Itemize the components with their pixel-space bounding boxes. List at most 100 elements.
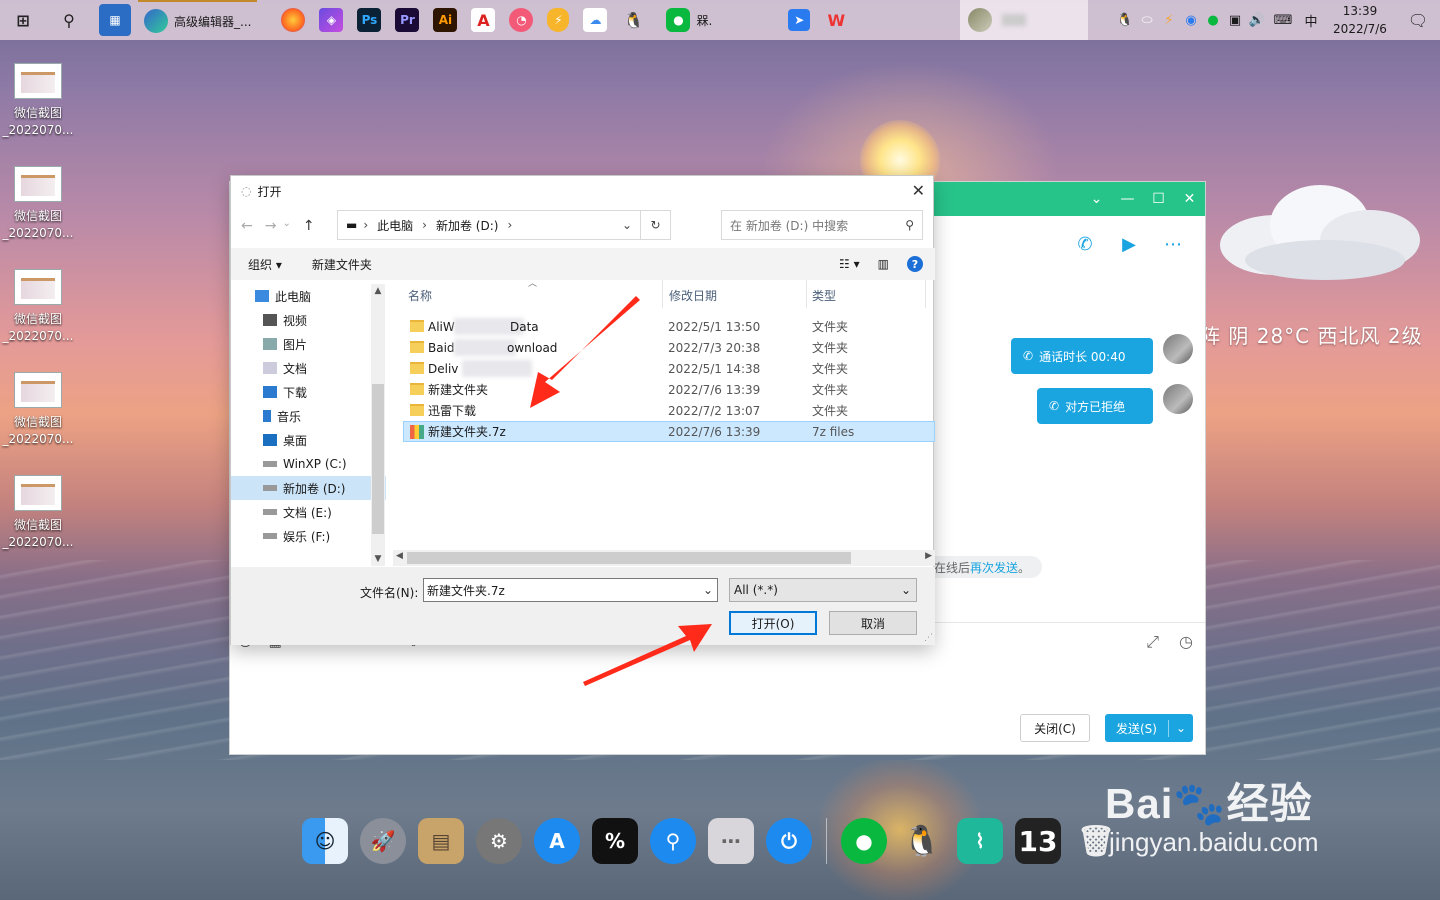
file-row[interactable]: Baid ownload 2022/7/3 20:38 文件夹 bbox=[404, 337, 935, 358]
volume-icon[interactable]: 🔊 bbox=[1246, 0, 1268, 40]
scroll-right-icon[interactable]: ▶ bbox=[925, 551, 932, 561]
notification-icon[interactable]: 🗨 bbox=[1396, 0, 1440, 40]
tree-scrollbar[interactable]: ▲ ▼ bbox=[371, 284, 385, 566]
minimize-icon[interactable]: — bbox=[1112, 191, 1143, 207]
chevron-down-icon[interactable]: ⌄ bbox=[1169, 721, 1193, 735]
photoshop-icon[interactable]: Ps bbox=[357, 8, 382, 32]
resend-link[interactable]: 再次发送 bbox=[970, 559, 1018, 576]
column-divider[interactable] bbox=[662, 280, 663, 308]
wechat-tray-icon[interactable]: ● bbox=[1202, 0, 1224, 40]
calendar-icon[interactable]: 13 bbox=[1015, 818, 1061, 864]
scroll-thumb[interactable] bbox=[407, 552, 851, 564]
search-icon[interactable]: ⚲ bbox=[53, 4, 85, 36]
tree-item-downloads[interactable]: 下载 bbox=[231, 380, 386, 404]
edge-tray-icon[interactable]: ◉ bbox=[1180, 0, 1202, 40]
file-row[interactable]: 新建文件夹 2022/7/6 13:39 文件夹 bbox=[404, 379, 935, 400]
premiere-icon[interactable]: Pr bbox=[395, 8, 420, 32]
wechat-icon[interactable]: ● bbox=[841, 818, 887, 864]
more-icon[interactable]: ⋯ bbox=[1161, 232, 1185, 256]
file-row[interactable]: AliW Data 2022/5/1 13:50 文件夹 bbox=[404, 316, 935, 337]
percent-app-icon[interactable]: % bbox=[592, 818, 638, 864]
search-icon[interactable]: ⚲ bbox=[650, 818, 696, 864]
tree-item-drive-f[interactable]: 娱乐 (F:) bbox=[231, 524, 386, 548]
close-icon[interactable]: ✕ bbox=[912, 181, 925, 200]
cancel-button[interactable]: 取消 bbox=[829, 611, 917, 635]
column-date[interactable]: 修改日期 bbox=[669, 287, 717, 304]
organize-menu[interactable]: 组织 ▾ bbox=[248, 256, 282, 273]
column-name[interactable]: 名称 bbox=[408, 287, 432, 304]
breadcrumb-drive-d[interactable]: 新加卷 (D:) bbox=[436, 217, 498, 234]
chevron-down-icon[interactable]: ⌄ bbox=[703, 583, 713, 597]
desktop-file[interactable]: 微信截图 _2022070... bbox=[0, 261, 76, 364]
breadcrumb-separator-icon[interactable]: › bbox=[507, 218, 512, 232]
acrobat-icon[interactable]: A bbox=[471, 8, 496, 32]
breadcrumb-this-pc[interactable]: 此电脑 bbox=[377, 217, 413, 234]
resize-grip-icon[interactable]: ⋰ bbox=[924, 633, 933, 643]
screen-recorder-icon[interactable]: ◔ bbox=[509, 8, 534, 32]
recent-chevron-icon[interactable]: ⌄ bbox=[282, 218, 290, 234]
file-row[interactable]: 迅雷下载 2022/7/2 13:07 文件夹 bbox=[404, 400, 935, 421]
tree-item-desktop[interactable]: 桌面 bbox=[231, 428, 386, 452]
forward-arrow-icon[interactable]: → bbox=[265, 218, 277, 234]
desktop-file[interactable]: 微信截图 _2022070... bbox=[0, 467, 76, 570]
maximize-icon[interactable]: ☐ bbox=[1143, 191, 1174, 207]
keyboard-icon[interactable]: ⌨ bbox=[1268, 0, 1298, 40]
scroll-down-icon[interactable]: ▼ bbox=[371, 554, 385, 564]
app-store-icon[interactable]: A bbox=[534, 818, 580, 864]
desktop-file[interactable]: 微信截图 _2022070... bbox=[0, 55, 76, 158]
wps-icon[interactable]: W bbox=[824, 8, 848, 32]
address-bar[interactable]: ▬ › 此电脑 › 新加卷 (D:) › ⌄ ↻ bbox=[337, 210, 671, 240]
qq-icon[interactable]: 🐧 bbox=[621, 8, 645, 32]
qq-tray-icon[interactable]: 🐧 bbox=[1114, 0, 1136, 40]
filetype-select[interactable]: All (*.*) ⌄ bbox=[729, 578, 917, 602]
file-row[interactable]: Deliv 2022/5/1 14:38 文件夹 bbox=[404, 358, 935, 379]
up-arrow-icon[interactable]: ↑ bbox=[303, 218, 315, 234]
file-cabinet-icon[interactable]: ▤ bbox=[418, 818, 464, 864]
scroll-up-icon[interactable]: ▲ bbox=[371, 286, 385, 296]
file-row-selected[interactable]: 新建文件夹.7z 2022/7/6 13:39 7z files bbox=[403, 421, 935, 442]
column-type[interactable]: 类型 bbox=[812, 287, 836, 304]
illustrator-icon[interactable]: Ai bbox=[433, 8, 458, 32]
settings-gear-icon[interactable]: ⚙ bbox=[476, 818, 522, 864]
preview-pane-icon[interactable]: ▥ bbox=[878, 257, 889, 271]
file-list-hscrollbar[interactable]: ◀ ▶ bbox=[393, 550, 935, 566]
cube-app-icon[interactable]: ◈ bbox=[319, 8, 344, 32]
scroll-thumb[interactable] bbox=[372, 384, 384, 534]
chevron-down-icon[interactable]: ⌄ bbox=[1081, 191, 1112, 207]
search-icon[interactable]: ⚲ bbox=[905, 218, 914, 232]
scroll-left-icon[interactable]: ◀ bbox=[396, 551, 403, 561]
firefox-icon[interactable] bbox=[281, 8, 306, 32]
tree-item-music[interactable]: 音乐 bbox=[231, 404, 386, 428]
feishu-icon[interactable]: ➤ bbox=[788, 9, 811, 31]
security-shield-icon[interactable]: ⚡ bbox=[547, 8, 570, 32]
close-chat-button[interactable]: 关闭(C) bbox=[1020, 714, 1090, 742]
column-divider[interactable] bbox=[806, 280, 807, 308]
search-input[interactable]: 在 新加卷 (D:) 中搜索 ⚲ bbox=[721, 210, 923, 240]
send-button[interactable]: 发送(S) ⌄ bbox=[1105, 714, 1193, 742]
video-call-icon[interactable]: ▶ bbox=[1117, 232, 1141, 256]
network-icon[interactable]: ▣ bbox=[1224, 0, 1246, 40]
view-options-icon[interactable]: ☷ ▾ bbox=[839, 257, 860, 271]
avatar[interactable] bbox=[1163, 334, 1193, 364]
chevron-down-icon[interactable]: ⌄ bbox=[901, 583, 911, 597]
wifi-icon[interactable]: ⌇ bbox=[957, 818, 1003, 864]
baidu-netdisk-icon[interactable]: ☁ bbox=[583, 8, 608, 32]
column-divider[interactable] bbox=[925, 280, 926, 308]
breadcrumb-separator-icon[interactable]: › bbox=[422, 218, 427, 232]
expand-icon[interactable]: ⤢ bbox=[1146, 632, 1159, 652]
chevron-down-icon[interactable]: ⌄ bbox=[622, 218, 632, 232]
new-folder-button[interactable]: 新建文件夹 bbox=[312, 256, 372, 273]
history-icon[interactable]: ◷ bbox=[1179, 632, 1193, 652]
tree-item-documents[interactable]: 文档 bbox=[231, 356, 386, 380]
clock[interactable]: 13:39 2022/7/6 bbox=[1324, 2, 1396, 38]
desktop-file[interactable]: 微信截图 _2022070... bbox=[0, 364, 76, 467]
avatar[interactable] bbox=[1163, 384, 1193, 414]
close-icon[interactable]: ✕ bbox=[1174, 191, 1205, 207]
breadcrumb-separator-icon[interactable]: › bbox=[363, 218, 368, 232]
tree-item-drive-d[interactable]: 新加卷 (D:) bbox=[231, 476, 386, 500]
windows-start-icon[interactable]: ⊞ bbox=[7, 4, 39, 36]
voice-call-icon[interactable]: ✆ bbox=[1073, 232, 1097, 256]
refresh-icon[interactable]: ↻ bbox=[640, 211, 670, 239]
open-button[interactable]: 打开(O) bbox=[729, 611, 817, 635]
send-button-label[interactable]: 发送(S) bbox=[1105, 719, 1169, 737]
